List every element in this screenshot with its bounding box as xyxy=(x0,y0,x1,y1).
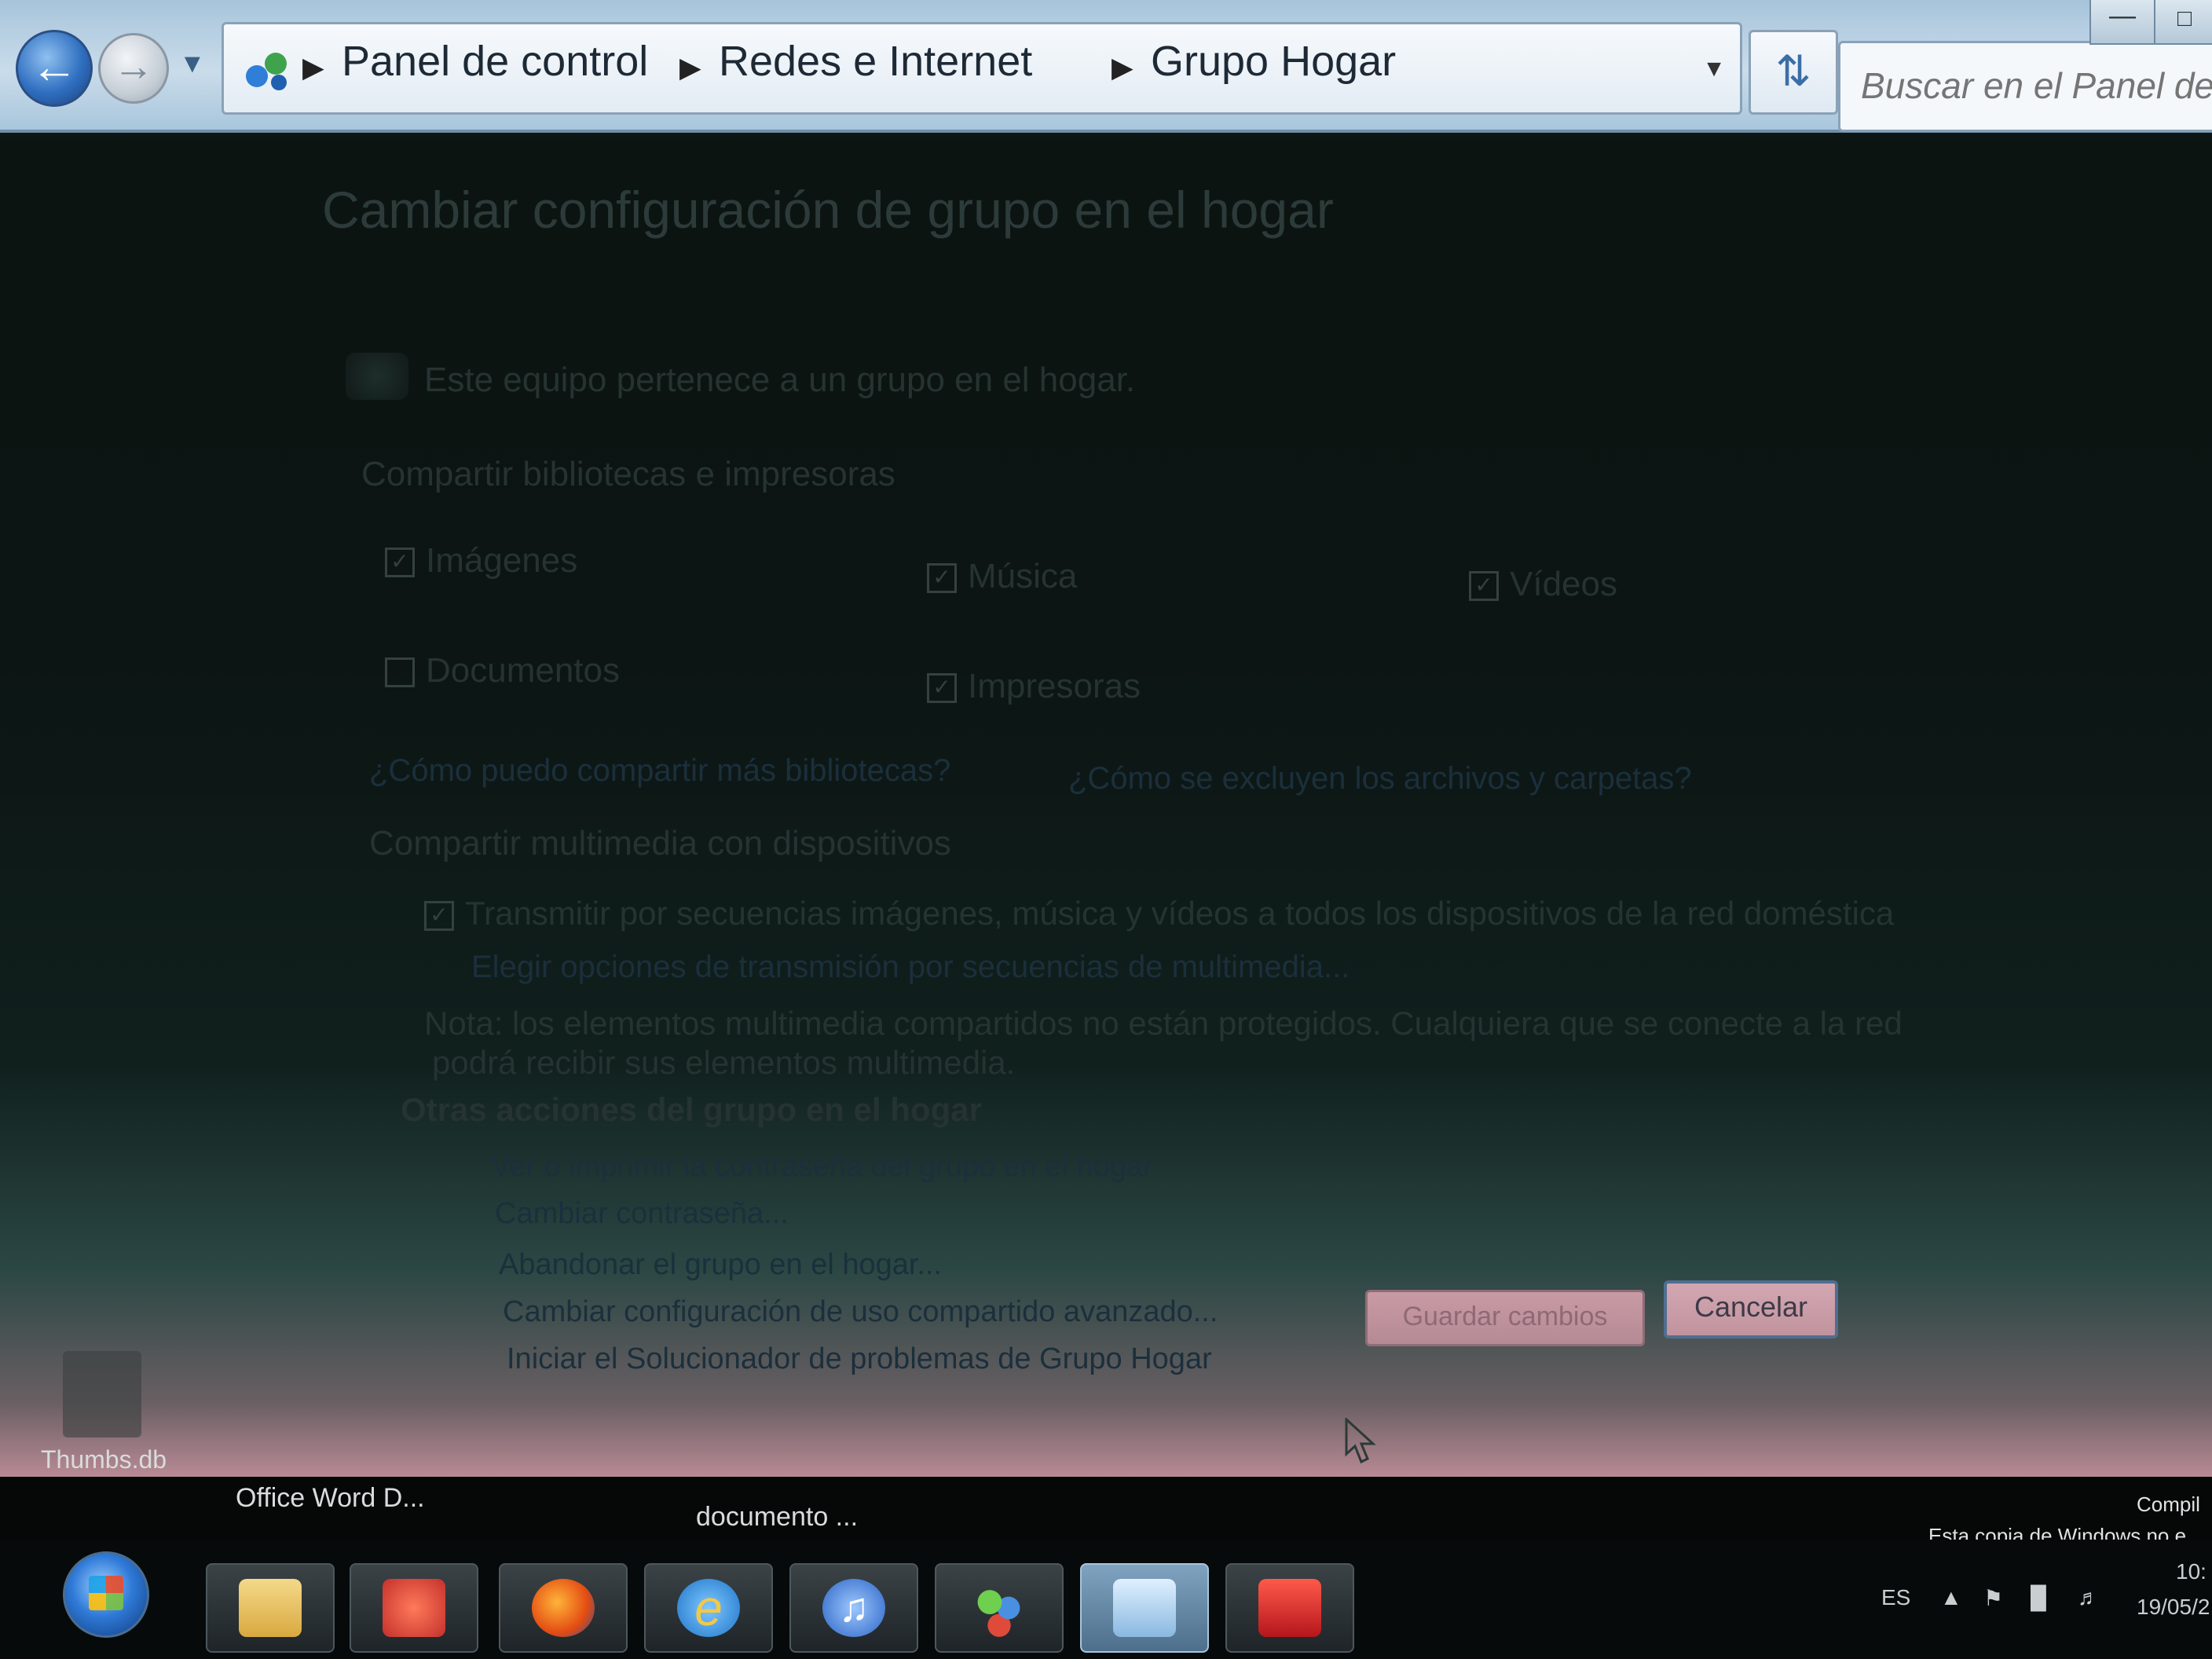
control-panel-window: ← → ▼ ▶ Panel de control ▶ Redes e Inter… xyxy=(0,0,2212,1477)
taskbar-acrobat[interactable] xyxy=(1225,1563,1354,1653)
action-center-flag-icon[interactable]: ⚑ xyxy=(1983,1585,2003,1611)
minimize-button[interactable]: — xyxy=(2089,0,2155,45)
desktop-label-documento[interactable]: documento ... xyxy=(696,1502,858,1533)
note-line-1: Nota: los elementos multimedia compartid… xyxy=(424,1005,1903,1042)
breadcrumb-grupo-hogar[interactable]: Grupo Hogar xyxy=(1151,37,1396,86)
chevron-up-icon: ▲ xyxy=(1940,1585,1962,1610)
recent-pages-dropdown[interactable]: ▼ xyxy=(179,49,206,79)
share-item-imagenes[interactable]: ✓ Imágenes xyxy=(385,541,577,580)
note-line-2: podrá recibir sus elementos multimedia. xyxy=(432,1044,1016,1081)
refresh-button[interactable]: ⇅ xyxy=(1749,30,1838,115)
network-icon[interactable]: █ xyxy=(2031,1585,2046,1610)
homegroup-icon xyxy=(346,353,408,400)
breadcrumb-panel-de-control[interactable]: Panel de control xyxy=(342,37,648,86)
media-streaming-checkbox[interactable]: ✓ Transmitir por secuencias imágenes, mús… xyxy=(424,895,1894,932)
show-hidden-icons[interactable]: ▲ xyxy=(1940,1585,1962,1610)
share-item-impresoras[interactable]: ✓ Impresoras xyxy=(927,667,1141,706)
breadcrumb-separator-icon: ▶ xyxy=(679,51,701,83)
forward-arrow-icon: → xyxy=(113,44,154,90)
help-link-share-more[interactable]: ¿Cómo puedo compartir más bibliotecas? xyxy=(369,753,950,789)
clock-date[interactable]: 19/05/2 xyxy=(2137,1595,2210,1620)
cancel-button[interactable]: Cancelar xyxy=(1664,1280,1838,1339)
chevron-down-icon: ▼ xyxy=(179,49,206,79)
language-indicator[interactable]: ES xyxy=(1881,1585,1910,1610)
action-change-password[interactable]: Cambiar contraseña... xyxy=(495,1197,789,1231)
homegroup-settings-pane: Cambiar configuración de grupo en el hog… xyxy=(0,133,2212,1477)
forward-button[interactable]: → xyxy=(98,33,169,104)
file-icon[interactable] xyxy=(63,1351,141,1437)
window-titlebar: ← → ▼ ▶ Panel de control ▶ Redes e Inter… xyxy=(0,0,2212,133)
other-actions-heading: Otras acciones del grupo en el hogar xyxy=(401,1091,982,1128)
share-item-videos[interactable]: ✓ Vídeos xyxy=(1469,565,1617,604)
action-troubleshooter[interactable]: Iniciar el Solucionador de problemas de … xyxy=(507,1342,1212,1376)
maximize-icon: □ xyxy=(2177,5,2192,31)
folder-icon xyxy=(239,1579,302,1637)
checkbox-icon[interactable]: ✓ xyxy=(1469,571,1499,602)
save-changes-button[interactable]: Guardar cambios xyxy=(1365,1290,1645,1346)
media-options-link[interactable]: Elegir opciones de transmisión por secue… xyxy=(471,950,1350,985)
control-panel-icon xyxy=(246,53,287,90)
help-link-exclude-files[interactable]: ¿Cómo se excluyen los archivos y carpeta… xyxy=(1068,761,1692,797)
share-heading: Compartir bibliotecas e impresoras xyxy=(361,455,895,493)
share-item-documentos[interactable]: Documentos xyxy=(385,651,620,690)
desktop-label-word[interactable]: Office Word D... xyxy=(236,1483,425,1514)
minimize-icon: — xyxy=(2109,1,2136,31)
action-advanced-sharing[interactable]: Cambiar configuración de uso compartido … xyxy=(503,1295,1218,1329)
checkbox-icon[interactable] xyxy=(385,657,415,688)
homegroup-status: Este equipo pertenece a un grupo en el h… xyxy=(424,361,1136,399)
volume-icon[interactable]: ♬ xyxy=(2078,1585,2100,1610)
media-player-icon xyxy=(383,1579,445,1637)
checkbox-icon[interactable]: ✓ xyxy=(927,673,957,704)
acrobat-icon xyxy=(1258,1579,1321,1637)
checkbox-icon[interactable]: ✓ xyxy=(385,548,415,578)
taskbar-firefox[interactable] xyxy=(499,1563,628,1653)
taskbar-itunes[interactable]: ♫ xyxy=(789,1563,918,1653)
back-arrow-icon: ← xyxy=(31,40,78,93)
taskbar-control-panel[interactable] xyxy=(1080,1563,1209,1653)
mouse-cursor-icon xyxy=(1345,1418,1376,1464)
page-title: Cambiar configuración de grupo en el hog… xyxy=(322,181,1334,239)
maximize-button[interactable]: □ xyxy=(2154,0,2212,45)
taskbar-explorer[interactable] xyxy=(206,1563,335,1653)
taskbar-messenger[interactable] xyxy=(935,1563,1064,1653)
checkbox-icon[interactable]: ✓ xyxy=(927,563,957,594)
action-leave-homegroup[interactable]: Abandonar el grupo en el hogar... xyxy=(499,1248,942,1282)
start-button[interactable] xyxy=(63,1551,149,1638)
checkbox-icon[interactable]: ✓ xyxy=(424,900,454,931)
control-panel-icon xyxy=(1113,1579,1176,1637)
itunes-icon: ♫ xyxy=(822,1579,885,1637)
clock-time[interactable]: 10: xyxy=(2176,1559,2207,1584)
breadcrumb-separator-icon: ▶ xyxy=(302,51,324,83)
share-item-musica[interactable]: ✓ Música xyxy=(927,557,1077,596)
breadcrumb-redes-e-internet[interactable]: Redes e Internet xyxy=(719,37,1032,86)
watermark-line-1: Compil xyxy=(2137,1492,2200,1516)
internet-explorer-icon: e xyxy=(677,1579,740,1637)
taskbar-internet-explorer[interactable]: e xyxy=(644,1563,773,1653)
address-bar[interactable]: ▶ Panel de control ▶ Redes e Internet ▶ … xyxy=(222,22,1742,115)
messenger-icon xyxy=(968,1579,1031,1637)
search-box[interactable] xyxy=(1838,41,2212,132)
back-button[interactable]: ← xyxy=(16,30,93,107)
breadcrumb-separator-icon: ▶ xyxy=(1111,51,1133,83)
desktop-file-thumbs[interactable]: Thumbs.db xyxy=(41,1445,167,1474)
media-heading: Compartir multimedia con dispositivos xyxy=(369,824,951,862)
firefox-icon xyxy=(532,1579,595,1637)
taskbar-media-player[interactable] xyxy=(350,1563,478,1653)
search-input[interactable] xyxy=(1859,64,2212,108)
address-history-dropdown-icon[interactable]: ▼ xyxy=(1702,56,1726,82)
action-view-password[interactable]: Ver o imprimir la contraseña del grupo e… xyxy=(491,1150,1153,1184)
refresh-icon: ⇅ xyxy=(1775,48,1811,95)
